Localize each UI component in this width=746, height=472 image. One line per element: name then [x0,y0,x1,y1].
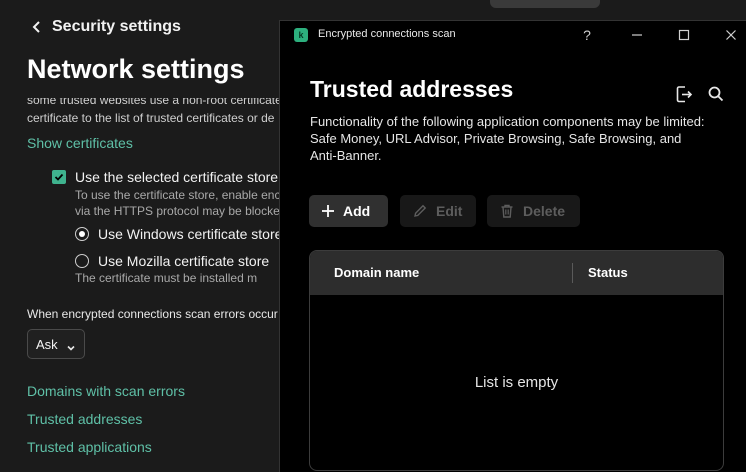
kaspersky-app-icon: k [294,28,308,42]
minimize-icon [632,34,642,36]
trusted-applications-link[interactable]: Trusted applications [27,439,152,455]
help-button[interactable]: ? [577,25,597,45]
top-partial-button[interactable] [490,0,600,8]
maximize-button[interactable] [674,25,694,45]
close-icon [726,30,736,40]
radio-windows-label: Use Windows certificate store [98,226,279,242]
export-icon[interactable] [674,84,694,104]
table-header: Domain name Status [310,251,723,295]
partial-description-cert: certificate to the list of trusted certi… [27,111,275,125]
delete-button[interactable]: Delete [487,195,580,227]
domains-with-scan-errors-link[interactable]: Domains with scan errors [27,383,185,399]
maximize-icon [678,29,690,41]
partial-description-top: some trusted websites use a non-root cer… [27,98,279,107]
edit-button[interactable]: Edit [400,195,476,227]
column-header-domain[interactable]: Domain name [334,265,419,280]
search-icon[interactable] [706,84,726,104]
column-header-status[interactable]: Status [588,265,628,280]
add-button[interactable]: Add [309,195,388,227]
radio-mozilla-store[interactable]: Use Mozilla certificate store [75,253,279,269]
back-label: Security settings [52,18,181,35]
trusted-addresses-dialog: k Encrypted connections scan ? Trusted a… [279,20,746,472]
trash-icon [501,204,513,218]
page-title: Network settings [27,54,245,84]
trusted-addresses-table: Domain name Status List is empty [309,250,724,471]
radio-unselected-icon [75,254,89,268]
use-store-hint-line-2: via the HTTPS protocol may be blocke [75,204,279,218]
radio-mozilla-label: Use Mozilla certificate store [98,253,270,269]
radio-windows-store[interactable]: Use Windows certificate store [75,226,279,242]
scan-errors-select[interactable]: Ask [27,329,85,359]
chevron-left-icon [28,18,46,36]
column-divider[interactable] [572,263,573,283]
dialog-description: Functionality of the following applicati… [310,114,705,163]
dialog-heading: Trusted addresses [310,76,514,102]
add-label: Add [343,203,371,219]
use-certificate-store-label: Use the selected certificate store [75,169,279,185]
delete-label: Delete [523,203,566,219]
trusted-addresses-link[interactable]: Trusted addresses [27,411,142,427]
empty-list-message: List is empty [474,374,559,391]
pencil-icon [414,204,427,217]
close-button[interactable] [721,25,741,45]
checkmark-icon [52,170,66,184]
plus-icon [322,205,334,217]
scan-errors-label: When encrypted connections scan errors o… [27,307,278,321]
edit-label: Edit [436,203,463,219]
minimize-button[interactable] [627,25,647,45]
scan-errors-select-value: Ask [36,336,58,352]
use-certificate-store-checkbox[interactable]: Use the selected certificate store [52,169,279,185]
use-store-hint-line-1: To use the certificate store, enable enc [75,188,279,202]
show-certificates-link[interactable]: Show certificates [27,135,133,151]
back-button[interactable]: Security settings [28,16,181,38]
radio-selected-icon [75,227,89,241]
dialog-title: Encrypted connections scan [318,28,456,40]
mozilla-hint: The certificate must be installed m [75,271,258,285]
chevron-down-icon [66,340,76,351]
